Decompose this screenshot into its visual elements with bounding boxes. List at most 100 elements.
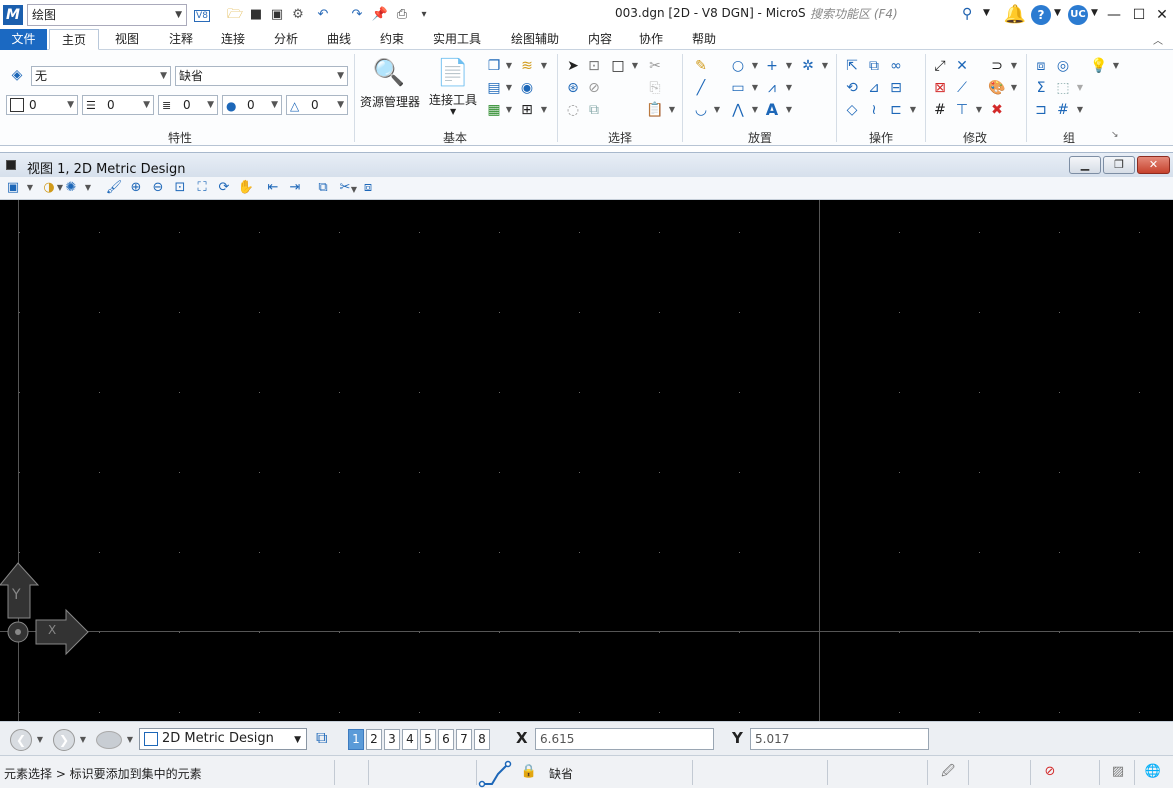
chevron-down-icon[interactable]: ▼ bbox=[751, 79, 759, 97]
references-icon[interactable]: ▤ bbox=[485, 79, 503, 97]
tab-drawing-aids[interactable]: 绘图辅助 bbox=[502, 29, 568, 50]
view-minimize-button[interactable]: ▁ bbox=[1069, 156, 1101, 174]
user-chevron-icon[interactable]: ▼ bbox=[1091, 8, 1098, 18]
active-line-style-select[interactable]: ☰ 0 ▼ bbox=[82, 95, 154, 115]
multiline-icon[interactable]: ⩘ bbox=[763, 79, 781, 97]
selection-filter-icon[interactable]: ⧉ bbox=[585, 101, 603, 119]
copy-view-icon[interactable]: ⧉ bbox=[314, 179, 332, 197]
minimize-icon[interactable]: — bbox=[1102, 3, 1126, 27]
chevron-down-icon[interactable]: ▼ bbox=[1010, 79, 1018, 97]
create-complex-icon[interactable]: Σ bbox=[1032, 79, 1050, 97]
explorer-icon[interactable]: 🔍 bbox=[372, 56, 406, 90]
explorer-button[interactable]: 资源管理器 bbox=[360, 93, 420, 110]
chevron-down-icon[interactable]: ▼ bbox=[36, 731, 44, 749]
tab-collaborate[interactable]: 协作 bbox=[629, 29, 673, 50]
saved-status-icon[interactable]: ▨ bbox=[1109, 763, 1127, 781]
element-template-select[interactable]: 缺省 ▼ bbox=[175, 66, 348, 86]
y-coordinate-input[interactable]: 5.017 bbox=[750, 728, 929, 750]
copy-icon[interactable]: ⎘ bbox=[646, 79, 664, 97]
lock-icon[interactable]: 🔒 bbox=[520, 763, 538, 781]
tab-attach[interactable]: 连接 bbox=[210, 29, 256, 50]
smartline-icon[interactable]: ✎ bbox=[692, 57, 710, 75]
save-settings-icon[interactable]: ▣ bbox=[268, 6, 286, 24]
chevron-down-icon[interactable]: ▼ bbox=[540, 57, 548, 75]
active-line-weight-select[interactable]: ≣ 0 ▼ bbox=[158, 95, 218, 115]
forward-icon[interactable]: ❯ bbox=[53, 729, 75, 751]
dialog-launcher-icon[interactable]: ↘ bbox=[1111, 130, 1119, 140]
search-icon[interactable]: ⚲ bbox=[962, 6, 972, 22]
active-level-select[interactable]: 无 ▼ bbox=[31, 66, 171, 86]
display-icon[interactable]: ◉ bbox=[518, 79, 536, 97]
save-icon[interactable]: ■ bbox=[247, 6, 265, 24]
intersection-icon[interactable]: # bbox=[931, 101, 949, 119]
tab-analyze[interactable]: 分析 bbox=[263, 29, 309, 50]
view-restore-button[interactable]: ❐ bbox=[1103, 156, 1135, 174]
arc-icon[interactable]: ◡ bbox=[692, 101, 710, 119]
select-all-icon[interactable]: ⊡ bbox=[585, 57, 603, 75]
modify-element-icon[interactable]: ⤢ bbox=[931, 57, 949, 75]
chevron-down-icon[interactable]: ▼ bbox=[505, 57, 513, 75]
tab-home[interactable]: 主页 bbox=[49, 29, 99, 50]
align-icon[interactable]: ⊏ bbox=[887, 101, 905, 119]
active-color-select[interactable]: 0 ▼ bbox=[6, 95, 78, 115]
tab-annotate[interactable]: 注释 bbox=[158, 29, 204, 50]
chevron-down-icon[interactable]: ▼ bbox=[126, 731, 134, 749]
tab-constraints[interactable]: 约束 bbox=[369, 29, 415, 50]
zoom-in-icon[interactable]: ⊕ bbox=[127, 179, 145, 197]
pattern-icon[interactable]: # bbox=[1054, 101, 1072, 119]
view-canvas[interactable]: Y X bbox=[0, 200, 1173, 721]
window-area-icon[interactable]: ⊡ bbox=[171, 179, 189, 197]
search-options-chevron-icon[interactable]: ▼ bbox=[983, 8, 990, 18]
named-group-icon[interactable]: ◎ bbox=[1054, 57, 1072, 75]
chevron-down-icon[interactable]: ▼ bbox=[785, 79, 793, 97]
chevron-down-icon[interactable]: ▼ bbox=[1112, 57, 1120, 75]
chevron-down-icon[interactable]: ▼ bbox=[26, 179, 34, 197]
chevron-down-icon[interactable]: ▼ bbox=[1010, 57, 1018, 75]
collapse-ribbon-icon[interactable]: ︿ bbox=[1153, 32, 1163, 47]
view-window-icon[interactable] bbox=[6, 160, 16, 170]
tab-curves[interactable]: 曲线 bbox=[316, 29, 362, 50]
view-2-button[interactable]: 2 bbox=[366, 729, 382, 750]
break-icon[interactable]: ⊤ bbox=[953, 101, 971, 119]
tag-icon[interactable]: 💡 bbox=[1090, 57, 1108, 75]
customize-quick-access-icon[interactable]: ▾ bbox=[415, 6, 433, 24]
fillet-icon[interactable]: ⊃ bbox=[988, 57, 1006, 75]
point-icon[interactable]: + bbox=[763, 57, 781, 75]
delete-vertex-icon[interactable]: ⊠ bbox=[931, 79, 949, 97]
connection-globe-icon[interactable]: 🌐 bbox=[1144, 763, 1162, 781]
graphic-group-icon[interactable]: ⬚ bbox=[1054, 79, 1072, 97]
back-icon[interactable]: ❮ bbox=[10, 729, 32, 751]
print-icon[interactable]: ⎙ bbox=[393, 6, 411, 24]
chevron-down-icon[interactable]: ▼ bbox=[79, 731, 87, 749]
stretch-icon[interactable]: ◇ bbox=[843, 101, 861, 119]
view-7-button[interactable]: 7 bbox=[456, 729, 472, 750]
offset-icon[interactable]: ≀ bbox=[865, 101, 883, 119]
chevron-down-icon[interactable]: ▼ bbox=[751, 101, 759, 119]
active-priority-select[interactable]: △ 0 ▼ bbox=[286, 95, 348, 115]
fit-view-icon[interactable]: ⛶ bbox=[193, 179, 211, 197]
chevron-down-icon[interactable]: ▼ bbox=[909, 101, 917, 119]
select-by-attributes-icon[interactable]: ⊛ bbox=[564, 79, 582, 97]
cut-icon[interactable]: ✂ bbox=[646, 57, 664, 75]
view-4-button[interactable]: 4 bbox=[402, 729, 418, 750]
chevron-down-icon[interactable]: ▼ bbox=[975, 101, 983, 119]
change-attributes-icon[interactable]: 🎨 bbox=[988, 79, 1006, 97]
chevron-down-icon[interactable]: ▼ bbox=[751, 57, 759, 75]
chevron-down-icon[interactable]: ▼ bbox=[821, 57, 829, 75]
notification-bell-icon[interactable]: 🔔 bbox=[1003, 3, 1027, 27]
view-previous-icon[interactable]: ⇤ bbox=[264, 179, 282, 197]
tab-file[interactable]: 文件 bbox=[0, 29, 47, 50]
chevron-down-icon[interactable]: ▼ bbox=[350, 181, 358, 199]
chevron-down-icon[interactable]: ▼ bbox=[631, 57, 639, 75]
move-icon[interactable]: ⇱ bbox=[843, 57, 861, 75]
chevron-down-icon[interactable]: ▼ bbox=[1076, 79, 1084, 97]
view-8-button[interactable]: 8 bbox=[474, 729, 490, 750]
view-groups-icon[interactable]: ⧉ bbox=[316, 728, 340, 750]
view-close-button[interactable]: ✕ bbox=[1137, 156, 1170, 174]
element-selection-icon[interactable]: ➤ bbox=[564, 57, 582, 75]
active-model-select[interactable]: 2D Metric Design ▼ bbox=[139, 728, 307, 750]
rectangle-icon[interactable]: ▭ bbox=[729, 79, 747, 97]
attach-tools-icon[interactable]: 📄 bbox=[436, 56, 470, 90]
raster-icon[interactable]: ▦ bbox=[485, 101, 503, 119]
rotate-icon[interactable]: ⟲ bbox=[843, 79, 861, 97]
